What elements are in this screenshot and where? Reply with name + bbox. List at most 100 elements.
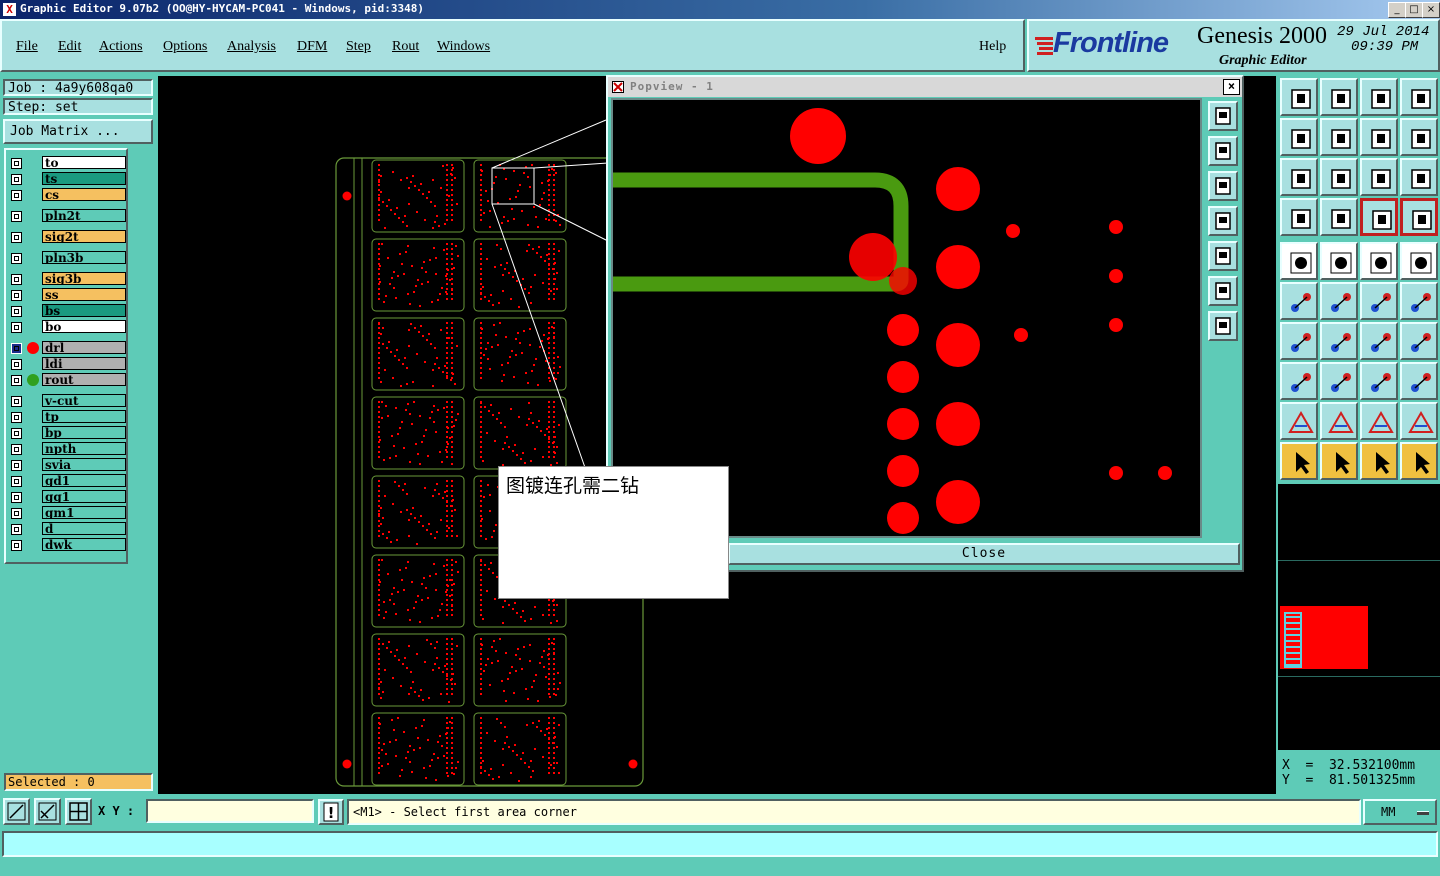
split-view-icon[interactable] xyxy=(1400,78,1438,116)
menu-file[interactable]: File xyxy=(16,39,38,55)
layer-row-to[interactable]: to xyxy=(8,156,126,171)
grid-toggle-icon[interactable] xyxy=(1320,198,1358,236)
copy-icon[interactable] xyxy=(1280,362,1318,400)
arc-icon[interactable] xyxy=(1360,322,1398,360)
layer-row-dwk[interactable]: dwk xyxy=(8,538,126,553)
layer-checkbox[interactable] xyxy=(11,540,22,551)
layer-checkbox[interactable] xyxy=(11,375,22,386)
layer-row-gd1[interactable]: gd1 xyxy=(8,474,126,489)
menu-options[interactable]: Options xyxy=(163,39,207,55)
layer-row-gm1[interactable]: gm1 xyxy=(8,506,126,521)
layer-name[interactable]: drl xyxy=(42,341,126,354)
layer-checkbox[interactable] xyxy=(11,322,22,333)
menu-help[interactable]: Help xyxy=(979,39,1006,55)
layer-checkbox[interactable] xyxy=(11,508,22,519)
layer-checkbox[interactable] xyxy=(11,428,22,439)
layer-row-tp[interactable]: tp xyxy=(8,410,126,425)
connect-icon[interactable] xyxy=(1280,282,1318,320)
layer-name[interactable]: bp xyxy=(42,426,126,439)
layer-name[interactable]: rout xyxy=(42,373,126,386)
layer-name[interactable]: gd1 xyxy=(42,474,126,487)
layer-row-d[interactable]: d xyxy=(8,522,126,537)
align-icon[interactable] xyxy=(1360,362,1398,400)
layer-row-gg1[interactable]: gg1 xyxy=(8,490,126,505)
layer-name[interactable]: pln3b xyxy=(42,251,126,264)
menu-edit[interactable]: Edit xyxy=(58,39,81,55)
pv-down-icon[interactable] xyxy=(1208,171,1238,201)
layer-row-drl[interactable]: drl xyxy=(8,341,126,356)
draw-a-red-icon[interactable] xyxy=(1400,402,1438,440)
layer-row-bs[interactable]: bs xyxy=(8,304,126,319)
redraw-icon[interactable] xyxy=(1400,118,1438,156)
menu-actions[interactable]: Actions xyxy=(99,39,143,55)
menu-step[interactable]: Step xyxy=(346,39,371,55)
menu-analysis[interactable]: Analysis xyxy=(227,39,276,55)
popview-close-icon[interactable]: × xyxy=(1223,79,1240,95)
layer-name[interactable]: svia xyxy=(42,458,126,471)
layer-checkbox[interactable] xyxy=(11,211,22,222)
layer-row-npth[interactable]: npth xyxy=(8,442,126,457)
pv-left-icon[interactable] xyxy=(1208,206,1238,236)
layer-checkbox[interactable] xyxy=(11,492,22,503)
layer-name[interactable]: sig3b xyxy=(42,272,126,285)
layer-name[interactable]: bs xyxy=(42,304,126,317)
units-select[interactable]: MM xyxy=(1363,799,1437,825)
layer-checkbox[interactable] xyxy=(11,412,22,423)
layer-name[interactable]: ss xyxy=(42,288,126,301)
layer-checkbox[interactable] xyxy=(11,444,22,455)
layer-checkbox[interactable] xyxy=(11,359,22,370)
layer-name[interactable]: tp xyxy=(42,410,126,423)
layer-name[interactable]: ldi xyxy=(42,357,126,370)
layer-checkbox[interactable] xyxy=(11,290,22,301)
command-line[interactable] xyxy=(2,831,1438,857)
layer-row-bp[interactable]: bp xyxy=(8,426,126,441)
xy-input[interactable] xyxy=(146,799,314,823)
layer-tool-icon[interactable] xyxy=(1280,198,1318,236)
help-icon[interactable] xyxy=(1400,158,1438,196)
pv-center-icon[interactable] xyxy=(1208,311,1238,341)
menu-windows[interactable]: Windows xyxy=(437,39,490,55)
layer-name[interactable]: gg1 xyxy=(42,490,126,503)
layer-row-sig2t[interactable]: sig2t xyxy=(8,230,126,245)
select-pointer-alt-icon[interactable] xyxy=(1360,442,1398,480)
pan-left-icon[interactable] xyxy=(1280,118,1318,156)
close-window-button[interactable]: × xyxy=(1422,2,1440,18)
home-icon[interactable] xyxy=(1360,78,1398,116)
delete-icon[interactable] xyxy=(1320,282,1358,320)
snap-a-icon[interactable] xyxy=(1360,198,1398,236)
layer-row-ss[interactable]: ss xyxy=(8,288,126,303)
layer-row-pln3b[interactable]: pln3b xyxy=(8,251,126,266)
edit-move-icon[interactable] xyxy=(1280,242,1318,280)
layer-name[interactable]: npth xyxy=(42,442,126,455)
pv-zoom-icon[interactable] xyxy=(1208,101,1238,131)
pointer-icon[interactable] xyxy=(1280,442,1318,480)
minimize-button[interactable]: _ xyxy=(1388,2,1406,18)
layer-checkbox[interactable] xyxy=(11,190,22,201)
cut-line-icon[interactable] xyxy=(1320,362,1358,400)
layer-name[interactable]: ts xyxy=(42,172,126,185)
layer-row-rout[interactable]: rout xyxy=(8,373,126,388)
select-pointer-icon[interactable] xyxy=(1320,442,1358,480)
job-matrix-button[interactable]: Job Matrix ... xyxy=(3,119,153,144)
layer-name[interactable]: cs xyxy=(42,188,126,201)
layer-checkbox[interactable] xyxy=(11,306,22,317)
zoom-up-icon[interactable] xyxy=(1280,78,1318,116)
layer-name[interactable]: pln2t xyxy=(42,209,126,222)
center-icon[interactable] xyxy=(1320,158,1358,196)
zoom-area-button[interactable] xyxy=(3,798,30,825)
grid-button[interactable] xyxy=(65,798,92,825)
one-to-one-icon[interactable] xyxy=(1360,158,1398,196)
draw-a-icon[interactable] xyxy=(1320,402,1358,440)
flip-icon[interactable] xyxy=(1400,322,1438,360)
fit-icon[interactable] xyxy=(1280,158,1318,196)
group-icon[interactable] xyxy=(1400,362,1438,400)
zoom-down-icon[interactable] xyxy=(1320,78,1358,116)
pan-right-icon[interactable] xyxy=(1320,118,1358,156)
measure-ruler-icon[interactable] xyxy=(1360,242,1398,280)
layer-row-ldi[interactable]: ldi xyxy=(8,357,126,372)
layer-name[interactable]: bo xyxy=(42,320,126,333)
layer-name[interactable]: to xyxy=(42,156,126,169)
layer-row-sig3b[interactable]: sig3b xyxy=(8,272,126,287)
layer-row-bo[interactable]: bo xyxy=(8,320,126,335)
resize-icon[interactable] xyxy=(1360,282,1398,320)
